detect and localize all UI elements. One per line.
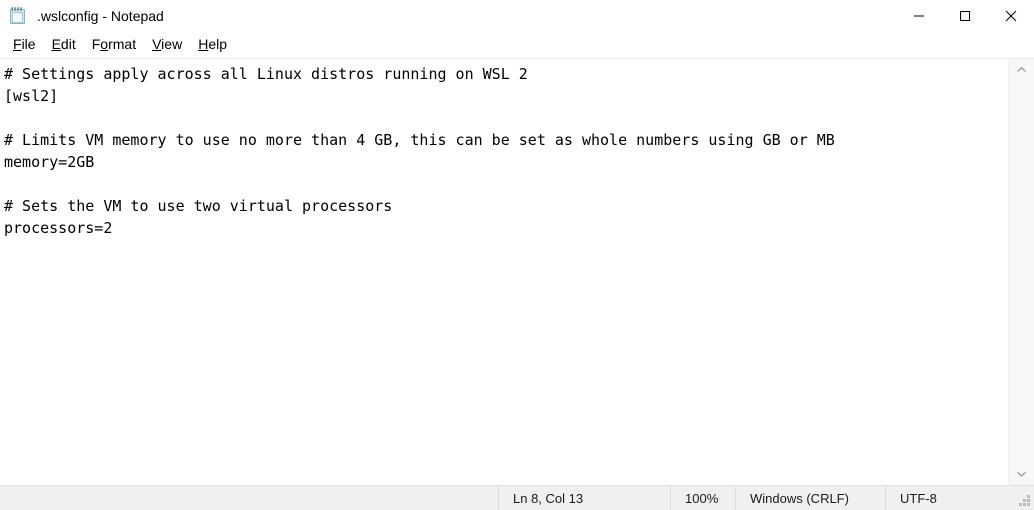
scroll-up-button[interactable] — [1009, 59, 1034, 81]
title-bar-left: .wslconfig - Notepad — [0, 0, 164, 32]
menu-item-edit[interactable]: Edit — [44, 34, 84, 56]
menu-bar: File Edit Format View Help — [0, 32, 1034, 59]
title-bar[interactable]: .wslconfig - Notepad — [0, 0, 1034, 32]
scroll-down-button[interactable] — [1009, 463, 1034, 485]
status-line-ending[interactable]: Windows (CRLF) — [735, 486, 885, 510]
status-cursor-position[interactable]: Ln 8, Col 13 — [498, 486, 670, 510]
status-bar: Ln 8, Col 13 100% Windows (CRLF) UTF-8 — [0, 485, 1034, 510]
menu-item-format[interactable]: Format — [84, 34, 144, 56]
chevron-down-icon — [1017, 471, 1026, 477]
minimize-button[interactable] — [896, 0, 942, 32]
status-encoding[interactable]: UTF-8 — [885, 486, 1034, 510]
maximize-icon — [960, 11, 970, 21]
scroll-track[interactable] — [1009, 81, 1034, 463]
notepad-icon — [8, 6, 28, 26]
notepad-window: .wslconfig - Notepad File Edit Format Vi… — [0, 0, 1034, 510]
text-line: memory=2GB — [4, 153, 95, 171]
menu-item-view[interactable]: View — [144, 34, 190, 56]
text-input[interactable]: # Settings apply across all Linux distro… — [0, 59, 1008, 485]
window-controls — [896, 0, 1034, 32]
vertical-scrollbar[interactable] — [1008, 59, 1034, 485]
close-icon — [1005, 10, 1017, 22]
text-line: # Settings apply across all Linux distro… — [4, 65, 528, 83]
resize-grip[interactable] — [1018, 494, 1031, 507]
window-title: .wslconfig - Notepad — [37, 8, 164, 24]
editor-area: # Settings apply across all Linux distro… — [0, 59, 1034, 485]
text-line: # Limits VM memory to use no more than 4… — [4, 131, 835, 149]
menu-item-help[interactable]: Help — [190, 34, 235, 56]
text-line: processors=2 — [4, 219, 113, 237]
status-spacer — [0, 486, 498, 510]
text-line — [4, 173, 1008, 195]
status-zoom-level[interactable]: 100% — [670, 486, 735, 510]
menu-item-file[interactable]: File — [5, 34, 44, 56]
chevron-up-icon — [1017, 66, 1026, 72]
text-line: # Sets the VM to use two virtual process… — [4, 197, 393, 215]
minimize-icon — [914, 15, 924, 17]
close-button[interactable] — [988, 0, 1034, 32]
text-line: [wsl2] — [4, 87, 59, 105]
maximize-button[interactable] — [942, 0, 988, 32]
text-line — [4, 107, 1008, 129]
